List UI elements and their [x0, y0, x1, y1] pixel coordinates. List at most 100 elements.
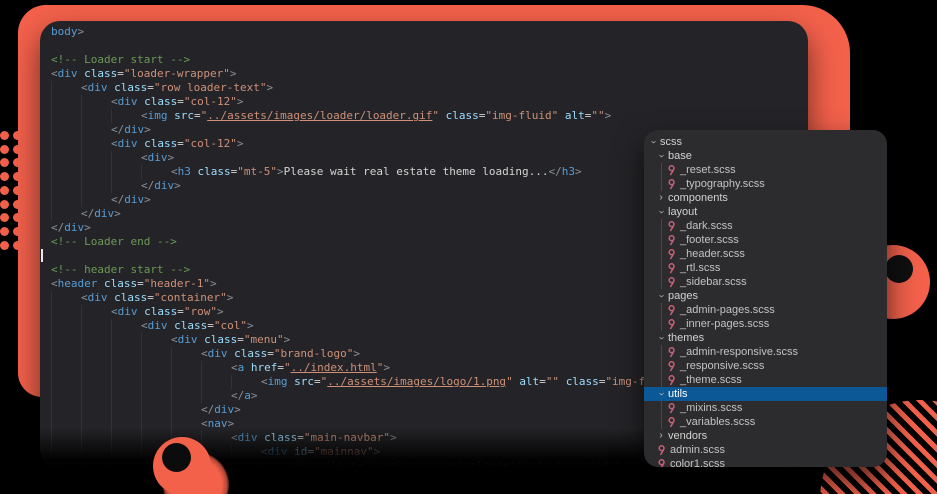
code-token: class — [234, 347, 267, 360]
code-token: < — [141, 151, 148, 164]
tree-folder-utils[interactable]: ›utils — [644, 387, 887, 401]
indent-guide — [51, 389, 81, 403]
dot-decoration — [0, 145, 9, 154]
indent-guide — [171, 403, 201, 417]
code-line-7[interactable]: <img src="../assets/images/loader/loader… — [51, 109, 808, 123]
code-token — [439, 109, 446, 122]
tree-folder-base[interactable]: ›base — [644, 149, 887, 163]
indent-guide — [51, 347, 81, 361]
indent-guide — [141, 403, 171, 417]
sass-file-icon — [666, 235, 677, 246]
tree-item-label: components — [668, 192, 728, 204]
code-line-6[interactable]: <div class="col-12"> — [51, 95, 808, 109]
chevron-down-icon[interactable]: › — [656, 207, 666, 217]
indent-guide — [81, 165, 111, 179]
code-token: > — [605, 109, 612, 122]
code-line-3[interactable]: <!-- Loader start --> — [51, 53, 808, 67]
code-line-1[interactable]: body> — [51, 25, 808, 39]
tree-file--admin-responsive-scss[interactable]: _admin-responsive.scss — [644, 345, 887, 359]
indent-guide — [81, 305, 111, 319]
tree-file--dark-scss[interactable]: _dark.scss — [644, 219, 887, 233]
tree-folder-themes[interactable]: ›themes — [644, 331, 887, 345]
tree-file--header-scss[interactable]: _header.scss — [644, 247, 887, 261]
code-token: class — [114, 81, 147, 94]
dot-decoration — [0, 172, 9, 181]
tree-item-label: color1.scss — [670, 458, 725, 467]
indent-guide — [111, 347, 141, 361]
code-token: < — [51, 67, 58, 80]
tree-file--typography-scss[interactable]: _typography.scss — [644, 177, 887, 191]
code-token: </ — [231, 389, 244, 402]
dot-decoration — [0, 213, 9, 222]
tree-file-admin-scss[interactable]: admin.scss — [644, 443, 887, 457]
indent-guide — [51, 319, 81, 333]
code-token: < — [111, 95, 118, 108]
indent-guide — [51, 403, 81, 417]
code-token: </ — [549, 165, 562, 178]
indent-guide — [51, 109, 81, 123]
code-token: > — [284, 333, 291, 346]
chevron-down-icon[interactable]: › — [656, 151, 666, 161]
tree-file--reset-scss[interactable]: _reset.scss — [644, 163, 887, 177]
indent-guide — [81, 375, 111, 389]
code-line-5[interactable]: <div class="row loader-text"> — [51, 81, 808, 95]
code-token: "" — [591, 109, 604, 122]
indent-guide — [141, 165, 171, 179]
tree-file--mixins-scss[interactable]: _mixins.scss — [644, 401, 887, 415]
code-token: img — [148, 109, 168, 122]
tree-file--theme-scss[interactable]: _theme.scss — [644, 373, 887, 387]
indent-guide — [141, 333, 171, 347]
indent-guide — [51, 165, 81, 179]
chevron-down-icon[interactable]: › — [656, 389, 666, 399]
chevron-down-icon[interactable]: › — [648, 137, 658, 147]
tree-folder-pages[interactable]: ›pages — [644, 289, 887, 303]
tree-folder-scss[interactable]: ›scss — [644, 135, 887, 149]
indent-guide — [171, 347, 201, 361]
code-line-4[interactable]: <div class="loader-wrapper"> — [51, 67, 808, 81]
dot-decoration — [0, 186, 9, 195]
tree-item-label: pages — [668, 290, 698, 302]
tree-file--admin-pages-scss[interactable]: _admin-pages.scss — [644, 303, 887, 317]
code-token: " — [284, 361, 291, 374]
chevron-right-icon[interactable]: › — [656, 431, 666, 441]
chevron-right-icon[interactable]: › — [656, 193, 666, 203]
indent-guide — [111, 151, 141, 165]
chevron-down-icon[interactable]: › — [656, 291, 666, 301]
code-token: "col" — [214, 319, 247, 332]
sass-file-icon — [666, 347, 677, 358]
code-token: > — [251, 389, 258, 402]
code-token: </ — [111, 123, 124, 136]
tree-file--footer-scss[interactable]: _footer.scss — [644, 233, 887, 247]
code-token: "" — [546, 375, 559, 388]
ring-hole — [885, 255, 913, 283]
code-token: > — [277, 165, 284, 178]
dot-decoration — [13, 200, 22, 209]
tree-item-label: vendors — [668, 430, 707, 442]
tree-file-color1-scss[interactable]: color1.scss — [644, 457, 887, 467]
code-token: </ — [81, 207, 94, 220]
code-token: "col-12" — [184, 137, 237, 150]
code-line-2[interactable] — [51, 39, 808, 53]
code-token: > — [144, 193, 151, 206]
tree-file--inner-pages-scss[interactable]: _inner-pages.scss — [644, 317, 887, 331]
tree-file--sidebar-scss[interactable]: _sidebar.scss — [644, 275, 887, 289]
indent-guide — [51, 375, 81, 389]
tree-file--rtl-scss[interactable]: _rtl.scss — [644, 261, 887, 275]
tree-file--responsive-scss[interactable]: _responsive.scss — [644, 359, 887, 373]
tree-folder-vendors[interactable]: ›vendors — [644, 429, 887, 443]
code-token: > — [266, 81, 273, 94]
tree-file--variables-scss[interactable]: _variables.scss — [644, 415, 887, 429]
dot-decoration — [13, 241, 22, 250]
code-token: div — [88, 81, 108, 94]
dot-decoration — [0, 131, 9, 140]
sass-file-icon — [666, 249, 677, 260]
chevron-down-icon[interactable]: › — [656, 333, 666, 343]
code-token: > — [237, 137, 244, 150]
tree-folder-components[interactable]: ›components — [644, 191, 887, 205]
indent-guide — [141, 361, 171, 375]
tree-folder-layout[interactable]: ›layout — [644, 205, 887, 219]
code-token: "mt-5" — [237, 165, 277, 178]
code-token: div — [118, 137, 138, 150]
indent-guide — [81, 109, 111, 123]
tree-item-label: _footer.scss — [680, 234, 739, 246]
